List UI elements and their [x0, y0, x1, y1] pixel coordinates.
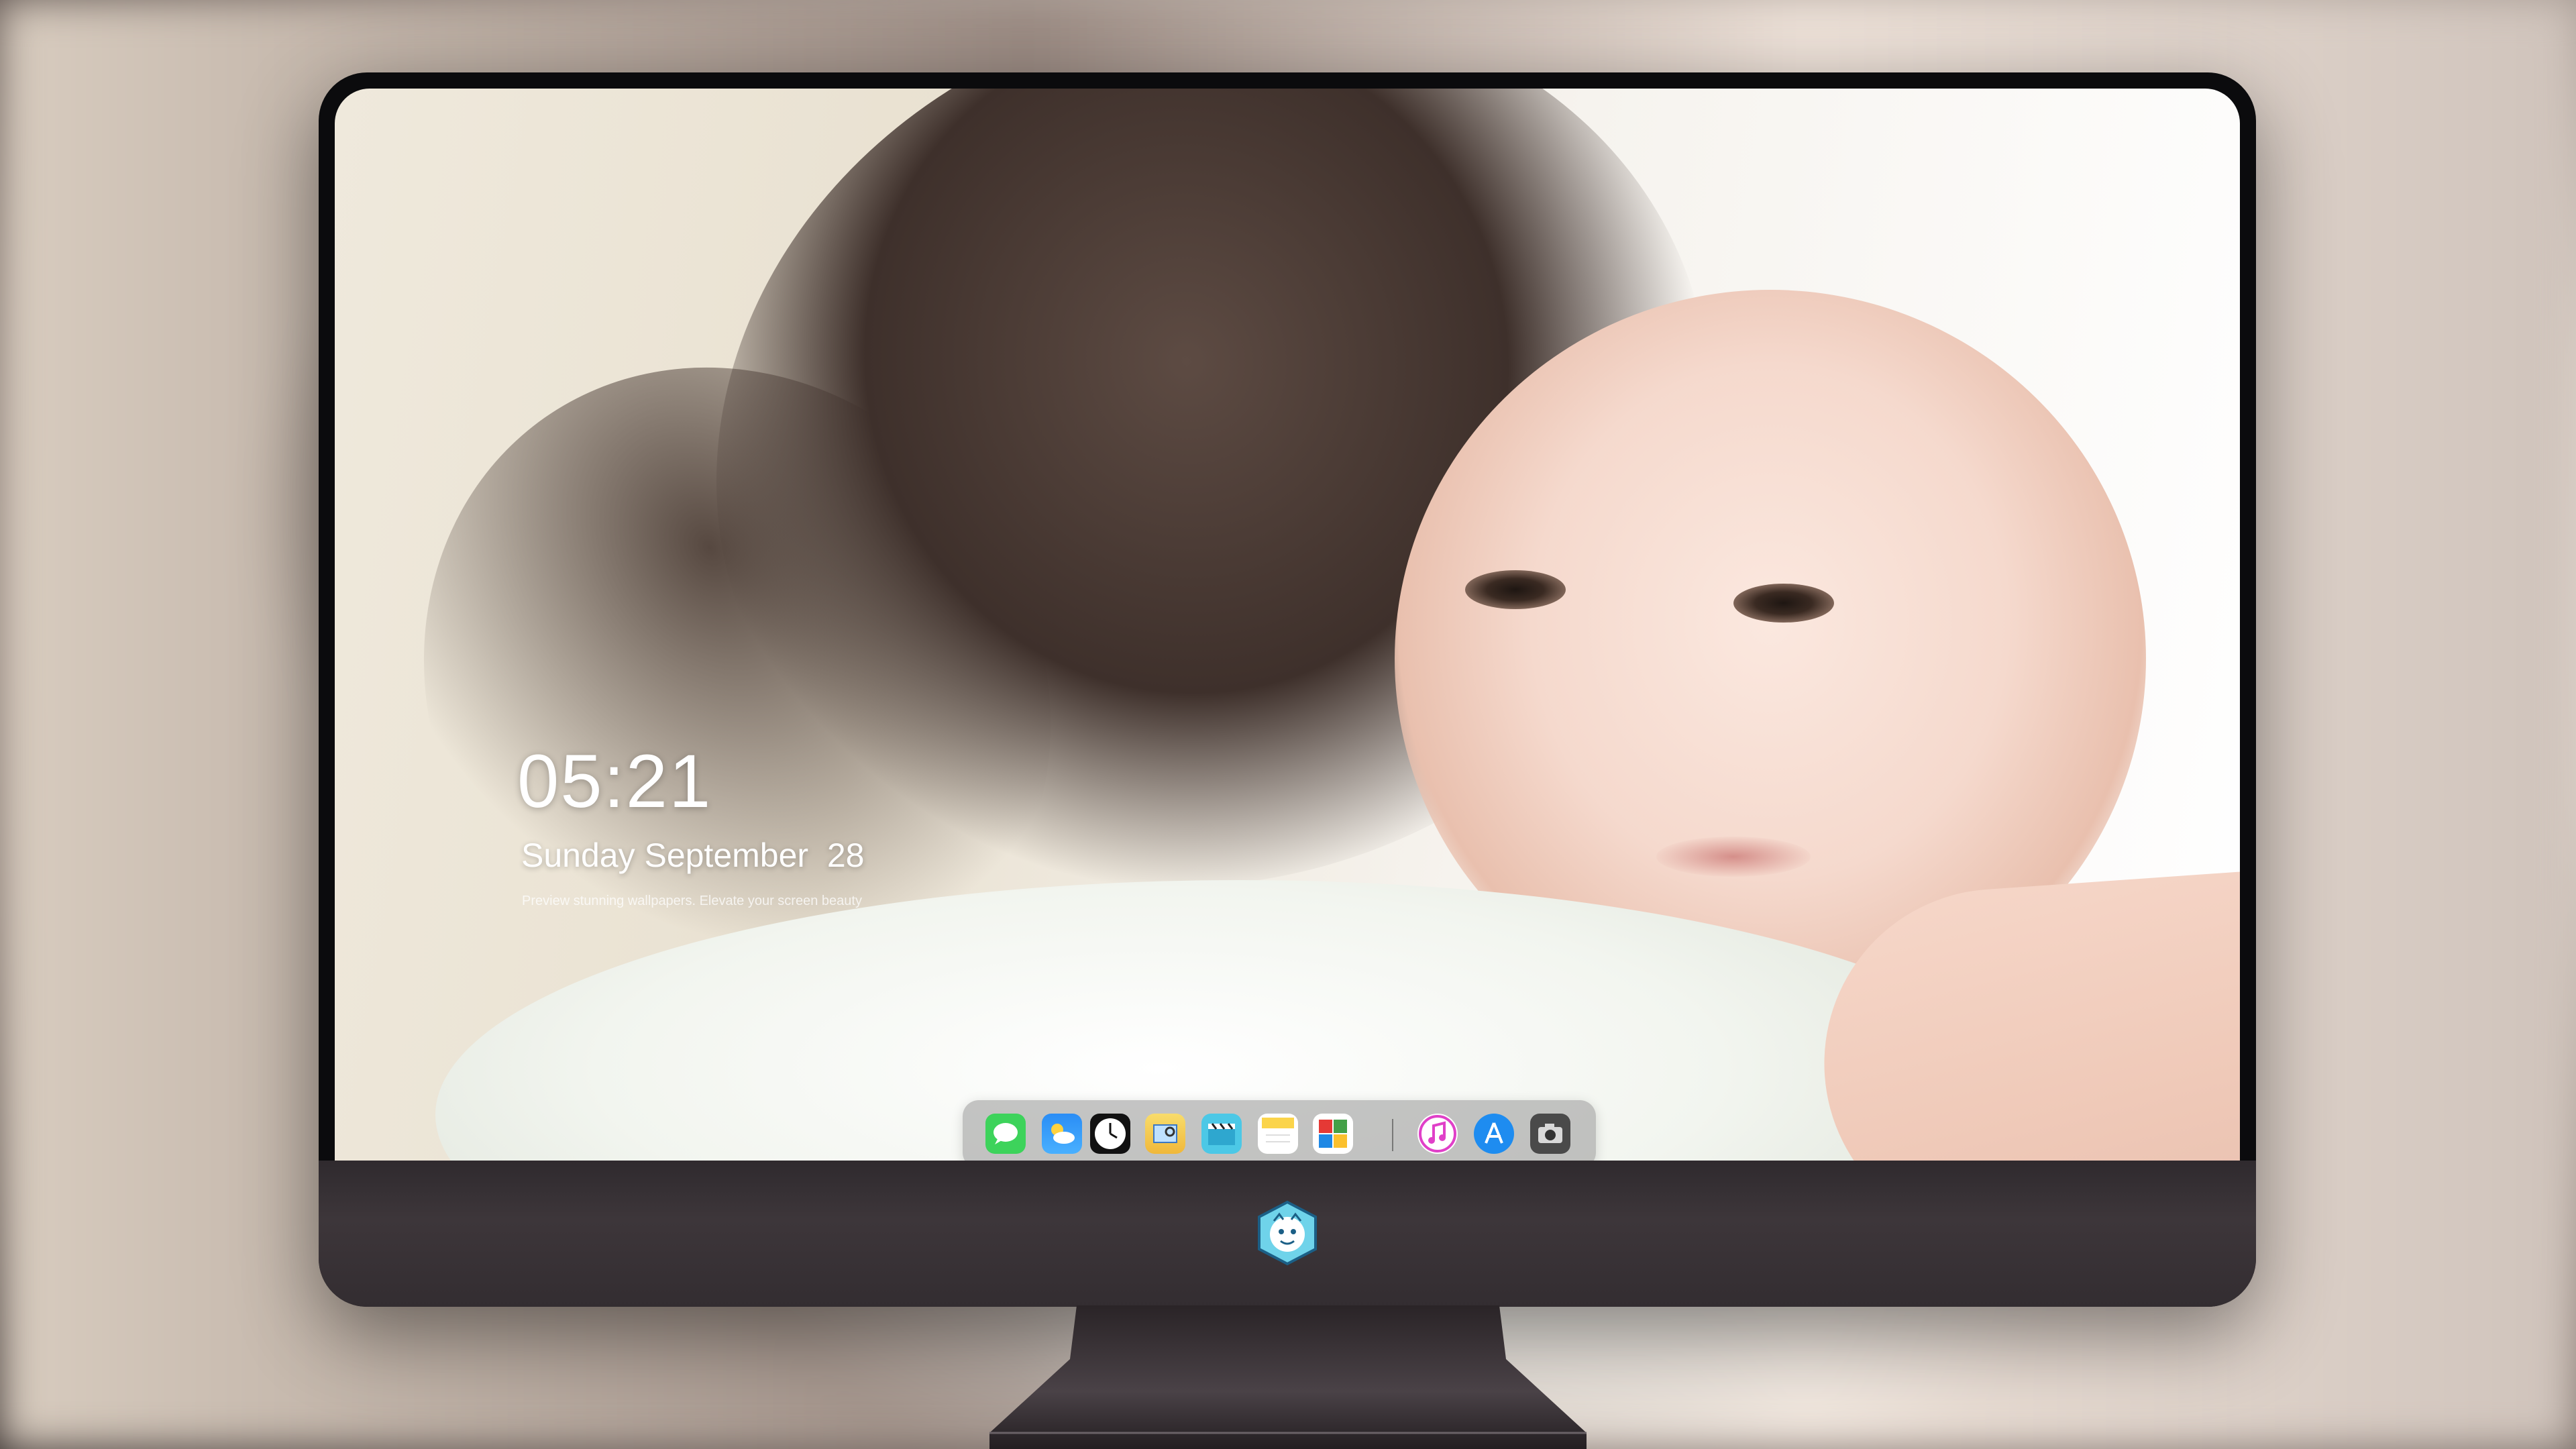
clapperboard-icon[interactable] — [1201, 1114, 1242, 1154]
monitor-stand — [989, 1305, 1587, 1449]
wallpaper-eye-right — [1733, 584, 1834, 623]
dock — [963, 1100, 1596, 1161]
app-store-icon[interactable] — [1474, 1114, 1514, 1154]
photo-grid-icon[interactable] — [1313, 1114, 1353, 1154]
screen: 05:21 Sunday September 28 Preview stunni… — [335, 89, 2240, 1161]
lockscreen-date: Sunday September 28 — [521, 837, 865, 874]
dock-separator — [1392, 1119, 1393, 1151]
monitor-frame: 05:21 Sunday September 28 Preview stunni… — [319, 72, 2256, 1307]
preview-icon[interactable] — [1145, 1114, 1185, 1154]
music-note-icon[interactable] — [1417, 1114, 1458, 1154]
wallpaper-eye-left — [1465, 570, 1566, 609]
messages-icon[interactable] — [985, 1114, 1026, 1154]
wallpaper-lips — [1656, 837, 1811, 877]
lockscreen-clock: 05:21 — [517, 739, 712, 823]
weather-icon[interactable] — [1042, 1114, 1082, 1154]
mascot-logo-icon — [1258, 1200, 1317, 1266]
lockscreen-caption: Preview stunning wallpapers. Elevate you… — [522, 894, 862, 908]
notes-icon[interactable] — [1258, 1114, 1298, 1154]
camera-icon[interactable] — [1530, 1114, 1570, 1154]
clock-icon[interactable] — [1090, 1114, 1130, 1154]
